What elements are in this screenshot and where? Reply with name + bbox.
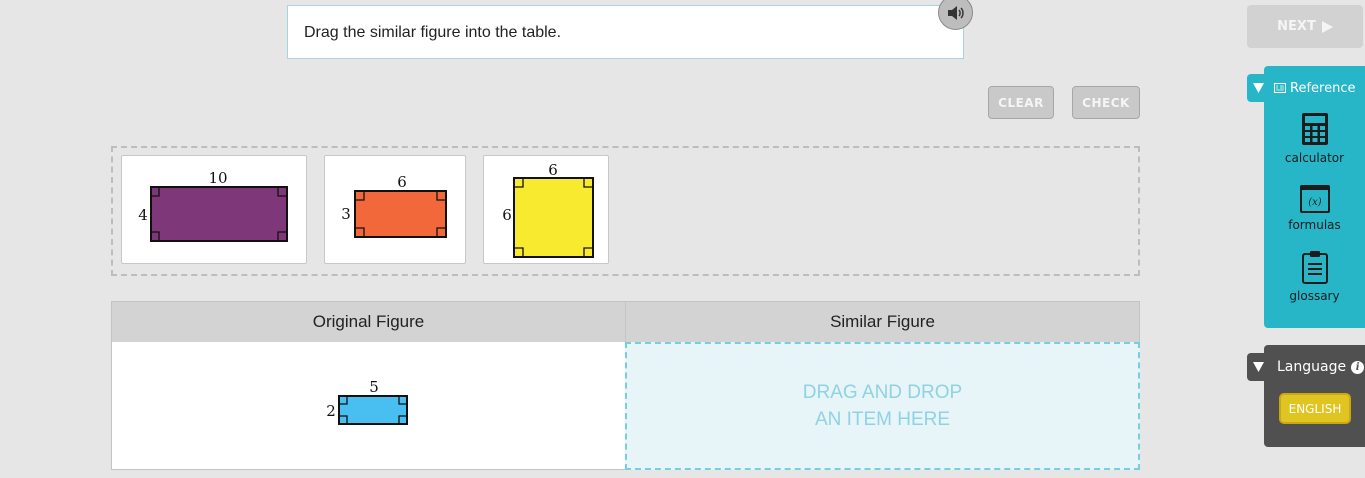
rectangle-figure: 6 3 [341, 173, 447, 238]
formulas-tool[interactable]: (x) formulas [1264, 185, 1365, 232]
side-length-label: 4 [138, 206, 148, 224]
side-length-label: 3 [341, 205, 351, 223]
instruction-box: Drag the similar figure into the table. [287, 5, 964, 59]
speaker-icon [947, 5, 964, 20]
collapse-triangle-icon [1253, 362, 1264, 372]
play-arrow-icon [1321, 20, 1333, 33]
calculator-label: calculator [1284, 151, 1345, 165]
next-label: NEXT [1277, 19, 1316, 34]
reference-toggle[interactable]: Reference [1247, 74, 1365, 102]
column-header-similar: Similar Figure [625, 301, 1140, 343]
calculator-icon [1301, 113, 1328, 145]
drop-zone-line-1: DRAG AND DROP [802, 382, 963, 403]
square-figure: 6 6 [502, 161, 594, 258]
instruction-text: Drag the similar figure into the table. [304, 24, 562, 41]
column-header-label: Similar Figure [830, 312, 935, 331]
glossary-tool[interactable]: glossary [1264, 250, 1365, 303]
rectangle-figure: 5 2 [326, 378, 408, 425]
clear-button[interactable]: CLEAR [988, 86, 1054, 119]
side-length-label: 6 [502, 206, 512, 224]
answer-card-rectangle-6x3[interactable]: 6 3 [324, 155, 466, 264]
formulas-label: formulas [1288, 218, 1341, 232]
glossary-label: glossary [1289, 289, 1340, 303]
column-header-original: Original Figure [111, 301, 626, 343]
next-button[interactable]: NEXT [1247, 5, 1363, 48]
square-shape [513, 177, 594, 258]
original-figure: 5 2 [320, 376, 430, 436]
language-title: Language [1277, 359, 1347, 375]
column-header-label: Original Figure [312, 312, 425, 331]
english-label: ENGLISH [1288, 401, 1342, 416]
info-icon[interactable]: i [1351, 360, 1365, 374]
svg-text:(x): (x) [1308, 197, 1322, 208]
clear-label: CLEAR [998, 95, 1044, 110]
reference-card-icon [1274, 83, 1286, 93]
top-length-label: 6 [548, 161, 558, 179]
top-length-label: 6 [397, 173, 407, 191]
original-figure-cell: 5 2 [111, 342, 626, 470]
collapse-triangle-icon [1253, 83, 1264, 93]
answer-card-rectangle-10x4[interactable]: 10 4 [121, 155, 307, 264]
rectangle-shape [354, 190, 447, 238]
formulas-icon: (x) [1299, 185, 1330, 213]
english-language-button[interactable]: ENGLISH [1279, 393, 1351, 424]
language-toggle[interactable]: Language i [1247, 353, 1365, 381]
check-button[interactable]: CHECK [1072, 86, 1140, 119]
check-label: CHECK [1082, 95, 1130, 110]
top-length-label: 10 [208, 169, 227, 187]
rectangle-shape [150, 186, 288, 242]
similar-figure-drop-zone[interactable]: DRAG AND DROP AN ITEM HERE [625, 342, 1140, 470]
calculator-tool[interactable]: calculator [1264, 112, 1365, 165]
reference-title: Reference [1290, 80, 1356, 96]
rectangle-figure: 10 4 [138, 169, 288, 242]
side-length-label: 2 [326, 402, 336, 420]
top-length-label: 5 [369, 378, 379, 396]
drop-zone-line-2: AN ITEM HERE [814, 409, 951, 430]
glossary-icon [1301, 251, 1328, 284]
answer-card-square-6x6[interactable]: 6 6 [483, 155, 609, 264]
rectangle-shape [338, 395, 408, 425]
audio-button[interactable] [938, 0, 973, 30]
